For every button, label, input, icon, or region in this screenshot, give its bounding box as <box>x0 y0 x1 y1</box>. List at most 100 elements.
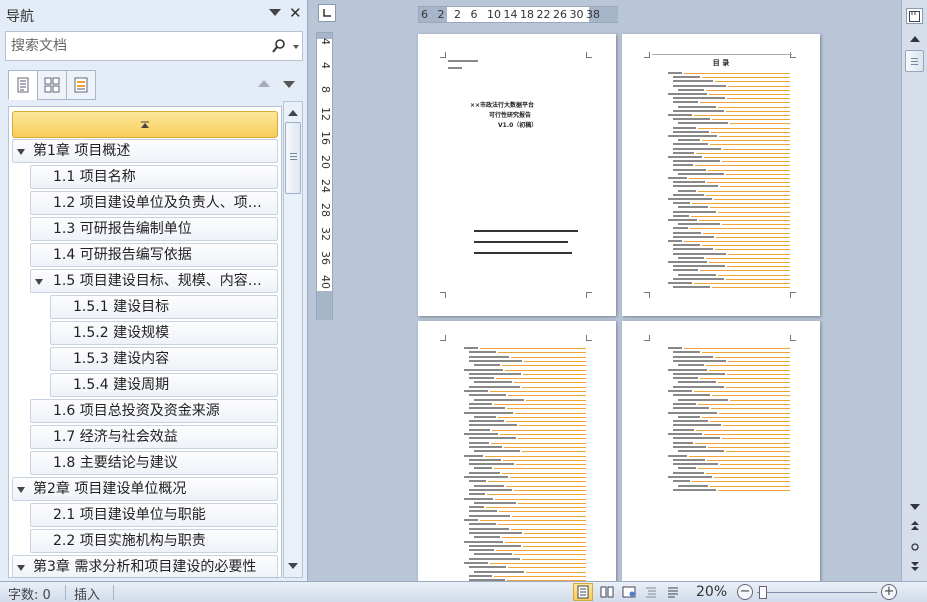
ruler-tick-label: 2 <box>437 8 445 21</box>
tree-section-item[interactable]: 1.1 项目名称 <box>30 165 278 189</box>
tab-selector-button[interactable] <box>318 4 336 22</box>
select-browse-object-icon[interactable] <box>906 540 923 554</box>
scroll-up-icon[interactable] <box>906 32 923 46</box>
next-page-icon[interactable] <box>906 560 923 574</box>
zoom-level[interactable]: 20% <box>696 584 727 600</box>
navigation-pane: 导航 ✕ 搜索文档 第1章 项目概述 1.1 项目名称 1.2 项目建设单位及负… <box>0 0 308 581</box>
tree-item-label: 第1章 项目概述 <box>33 143 131 159</box>
ruler-tick-label: 6 <box>421 8 428 21</box>
tab-results[interactable] <box>66 70 96 100</box>
word-count[interactable]: 字数: 0 <box>8 584 51 602</box>
tree-item-label: 1.5.4 建设周期 <box>73 377 170 393</box>
tree-section-item[interactable]: 1.5 项目建设目标、规模、内容… <box>30 269 278 293</box>
cover-subtitle: 可行性研究报告 <box>489 112 532 119</box>
ruler-tick-label: 8 <box>319 86 332 93</box>
horizontal-ruler[interactable]: 6 2 2 6 10 14 18 22 26 30 38 <box>418 6 618 23</box>
tree-section-item[interactable]: 1.5.1 建设目标 <box>50 295 278 319</box>
ruler-tick-label: 12 <box>319 107 332 121</box>
search-options-dropdown-icon[interactable] <box>293 45 299 49</box>
page-1-cover[interactable]: ××市政法行大数据平台 可行性研究报告 V1.0（初稿） <box>418 34 616 316</box>
nav-close-icon[interactable]: ✕ <box>289 4 302 22</box>
next-heading-icon[interactable] <box>283 81 295 88</box>
tree-section-item[interactable]: 1.5.3 建设内容 <box>50 347 278 371</box>
heading-tree: 第1章 项目概述 1.1 项目名称 1.2 项目建设单位及负责人、项… 1.3 可研报… <box>8 106 282 578</box>
ruler-tick-label: 4 <box>319 62 332 69</box>
tree-section-item[interactable]: 1.7 经济与社会效益 <box>30 425 278 449</box>
ruler-tick-label: 28 <box>319 203 332 217</box>
tree-item-label: 1.6 项目总投资及资金来源 <box>53 403 220 419</box>
tab-headings[interactable] <box>8 70 38 100</box>
tree-item-label: 1.5.3 建设内容 <box>73 351 170 367</box>
tree-chapter-item[interactable]: 第3章 需求分析和项目建设的必要性 <box>12 555 278 577</box>
collapse-all-button[interactable] <box>12 111 278 138</box>
reading-mode-icon <box>600 586 614 598</box>
insert-mode[interactable]: 插入 <box>74 584 100 602</box>
page-3-toc[interactable] <box>418 321 616 583</box>
tree-item-label: 1.7 经济与社会效益 <box>53 429 178 445</box>
ruler-tick-label: 16 <box>319 131 332 145</box>
tree-section-item[interactable]: 1.5.4 建设周期 <box>50 373 278 397</box>
expand-triangle-icon[interactable] <box>17 149 25 155</box>
ruler-tick-label: 38 <box>586 8 600 21</box>
print-layout-icon <box>577 585 589 599</box>
tree-chapter-item[interactable]: 第1章 项目概述 <box>12 139 278 163</box>
scroll-up-icon[interactable] <box>285 104 301 122</box>
ruler-tick-label: 2 <box>454 8 461 21</box>
ruler-tick-label: 30 <box>569 8 584 21</box>
nav-view-tabs <box>8 70 96 100</box>
ruler-tick-label: 32 <box>319 227 332 241</box>
web-layout-button[interactable] <box>619 583 639 601</box>
tree-section-item[interactable]: 1.2 项目建设单位及负责人、项… <box>30 191 278 215</box>
cover-version: V1.0（初稿） <box>498 122 538 129</box>
tree-scroll-thumb[interactable] <box>285 122 301 194</box>
print-layout-button[interactable] <box>573 583 593 601</box>
previous-page-icon[interactable] <box>906 519 923 533</box>
zoom-slider[interactable] <box>757 592 877 593</box>
ruler-toggle-icon <box>909 10 920 22</box>
tree-scrollbar[interactable] <box>283 101 303 578</box>
ruler-tick-label: 24 <box>319 179 332 193</box>
tree-item-label: 1.1 项目名称 <box>53 169 136 185</box>
tree-item-label: 1.5 项目建设目标、规模、内容… <box>53 273 262 289</box>
tree-item-label: 1.2 项目建设单位及负责人、项… <box>53 195 262 211</box>
toc-title: 目 录 <box>712 59 730 67</box>
search-results-icon <box>74 77 88 93</box>
tree-item-label: 1.5.1 建设目标 <box>73 299 170 315</box>
search-icon[interactable] <box>270 38 286 54</box>
zoom-slider-thumb[interactable] <box>759 586 767 599</box>
zoom-out-button[interactable]: − <box>737 584 753 600</box>
tree-chapter-item[interactable]: 第2章 项目建设单位概况 <box>12 477 278 501</box>
ruler-tick-label: 14 <box>503 8 518 21</box>
tree-section-item[interactable]: 1.8 主要结论与建议 <box>30 451 278 475</box>
page-4-toc[interactable] <box>622 321 820 583</box>
page-thumbnails-icon <box>44 77 60 93</box>
tree-section-item[interactable]: 2.1 项目建设单位与职能 <box>30 503 278 527</box>
tree-section-item[interactable]: 2.2 项目实施机构与职责 <box>30 529 278 553</box>
document-scrollbar[interactable] <box>901 0 927 581</box>
nav-options-dropdown-icon[interactable] <box>269 9 281 16</box>
scroll-down-icon[interactable] <box>285 557 301 575</box>
tab-pages[interactable] <box>37 70 67 100</box>
outline-view-button[interactable] <box>641 583 661 601</box>
ruler-tick-label: 4 <box>319 38 332 45</box>
expand-triangle-icon[interactable] <box>35 279 43 285</box>
ruler-tick-label: 10 <box>487 8 501 21</box>
zoom-in-button[interactable]: + <box>881 584 897 600</box>
previous-heading-icon[interactable] <box>258 80 270 87</box>
page-2-toc[interactable]: 目 录 <box>622 34 820 316</box>
search-input[interactable] <box>11 36 261 56</box>
tree-section-item[interactable]: 1.4 可研报告编写依据 <box>30 243 278 267</box>
draft-view-button[interactable] <box>663 583 683 601</box>
tree-section-item[interactable]: 1.5.2 建设规模 <box>50 321 278 345</box>
search-box <box>5 31 303 61</box>
expand-triangle-icon[interactable] <box>17 565 25 571</box>
tree-section-item[interactable]: 1.3 可研报告编制单位 <box>30 217 278 241</box>
document-scroll-thumb[interactable] <box>905 50 924 72</box>
view-ruler-button[interactable] <box>906 8 923 24</box>
expand-triangle-icon[interactable] <box>17 487 25 493</box>
vertical-ruler[interactable]: 4 4 8 12 16 20 24 28 32 36 40 <box>316 32 333 320</box>
full-screen-reading-button[interactable] <box>597 583 617 601</box>
draft-view-icon <box>668 587 678 598</box>
tree-section-item[interactable]: 1.6 项目总投资及资金来源 <box>30 399 278 423</box>
scroll-down-icon[interactable] <box>906 500 923 514</box>
